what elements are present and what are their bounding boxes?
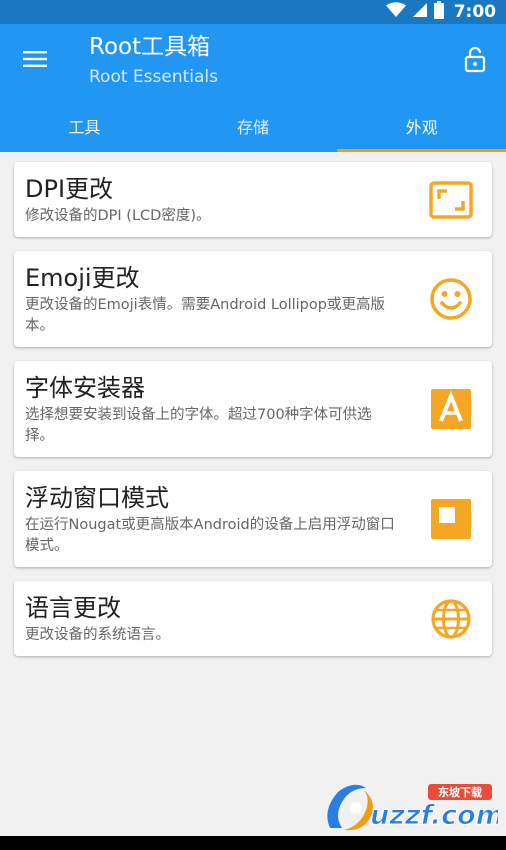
card-title: 语言更改: [25, 594, 121, 622]
card-description: 更改设备的Emoji表情。需要Android Lollipop或更高版本。: [25, 297, 385, 334]
globe-icon: [429, 597, 473, 641]
tab-label: 外观: [405, 118, 438, 137]
status-time: 7:00: [453, 2, 496, 22]
watermark-logo: 东坡下载 uzzf.com: [320, 780, 504, 838]
card-language-change[interactable]: 语言更改 更改设备的系统语言。: [14, 581, 492, 656]
battery-icon: [433, 1, 444, 23]
signal-icon: [412, 2, 428, 22]
menu-button[interactable]: [20, 46, 50, 76]
watermark-text: uzzf.com: [370, 800, 498, 831]
hamburger-menu-icon: [23, 50, 47, 72]
card-title: Emoji更改: [25, 264, 140, 292]
status-bar: 7:00: [0, 0, 506, 24]
tab-bar: 工具 存储 外观: [0, 100, 506, 152]
navigation-bar: [0, 836, 506, 850]
tab-tools[interactable]: 工具: [0, 100, 169, 152]
floating-window-icon: [429, 497, 473, 541]
lock-button[interactable]: [460, 44, 490, 78]
unlock-icon: [464, 45, 486, 77]
card-floating-window[interactable]: 浮动窗口模式 在运行Nougat或更高版本Android的设备上启用浮动窗口模式…: [14, 471, 492, 567]
smiley-icon: [429, 277, 473, 321]
card-title: 字体安装器: [25, 374, 145, 402]
card-description: 选择想要安装到设备上的字体。超过700种字体可供选择。: [25, 407, 372, 444]
tool-list: DPI更改 修改设备的DPI (LCD密度)。 Emoji更改 更改设备的Emo…: [14, 162, 492, 670]
font-icon: [429, 387, 473, 431]
tab-storage[interactable]: 存储: [169, 100, 338, 152]
tab-appearance[interactable]: 外观: [337, 100, 506, 152]
app-subtitle: Root Essentials: [89, 67, 218, 87]
card-title: DPI更改: [25, 175, 114, 203]
wifi-icon: [385, 2, 406, 22]
app-bar: Root工具箱 Root Essentials 工具 存储 外观: [0, 24, 506, 152]
tab-indicator: [337, 149, 506, 152]
tab-label: 工具: [68, 118, 101, 137]
card-font-installer[interactable]: 字体安装器 选择想要安装到设备上的字体。超过700种字体可供选择。: [14, 361, 492, 457]
card-title: 浮动窗口模式: [25, 484, 169, 512]
status-icons: 7:00: [385, 0, 496, 24]
watermark-badge: 东坡下载: [438, 785, 482, 799]
card-emoji-change[interactable]: Emoji更改 更改设备的Emoji表情。需要Android Lollipop或…: [14, 251, 492, 347]
card-description: 修改设备的DPI (LCD密度)。: [25, 208, 211, 224]
tab-label: 存储: [237, 118, 270, 137]
aspect-ratio-icon: [429, 178, 473, 222]
card-description: 在运行Nougat或更高版本Android的设备上启用浮动窗口模式。: [25, 517, 395, 554]
app-title: Root工具箱: [89, 34, 211, 60]
card-description: 更改设备的系统语言。: [25, 627, 170, 643]
card-dpi-change[interactable]: DPI更改 修改设备的DPI (LCD密度)。: [14, 162, 492, 237]
